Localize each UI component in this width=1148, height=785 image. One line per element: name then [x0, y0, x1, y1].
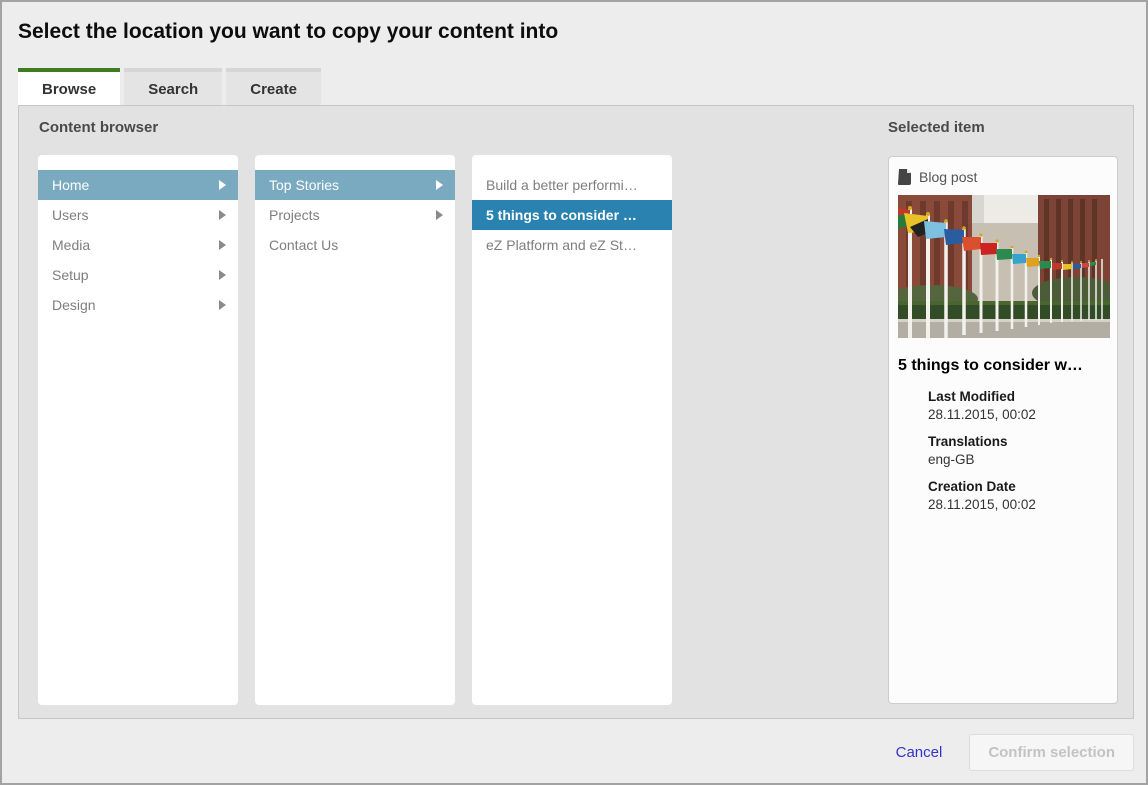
- tree-item-label: Users: [52, 207, 89, 223]
- tree-item-label: 5 things to consider …: [486, 207, 637, 223]
- chevron-right-icon: [219, 240, 226, 250]
- chevron-right-icon: [219, 300, 226, 310]
- document-icon: [898, 169, 912, 185]
- selected-item-title: 5 things to consider w…: [898, 357, 1108, 375]
- tree-item-top-stories[interactable]: Top Stories: [255, 170, 455, 200]
- tab-create[interactable]: Create: [226, 68, 321, 106]
- meta-label-translations: Translations: [928, 434, 1108, 449]
- thumbnail-image: [898, 195, 1110, 338]
- content-browser-heading: Content browser: [39, 119, 158, 136]
- tree-item-projects[interactable]: Projects: [255, 200, 455, 230]
- tab-browse[interactable]: Browse: [18, 68, 120, 106]
- chevron-right-icon: [219, 270, 226, 280]
- tree-item-label: Design: [52, 297, 96, 313]
- tree-item-label: Setup: [52, 267, 89, 283]
- tree-item-build-a-better[interactable]: Build a better performi…: [472, 170, 672, 200]
- content-type-row: Blog post: [898, 169, 1108, 185]
- selected-item-card: Blog post: [888, 156, 1118, 704]
- tree-item-label: Build a better performi…: [486, 177, 638, 193]
- browser-column-3: Build a better performi… 5 things to con…: [472, 155, 672, 705]
- meta-value-last-modified: 28.11.2015, 00:02: [928, 407, 1108, 422]
- tree-item-label: Top Stories: [269, 177, 339, 193]
- chevron-right-icon: [436, 210, 443, 220]
- chevron-right-icon: [219, 210, 226, 220]
- meta-value-creation-date: 28.11.2015, 00:02: [928, 497, 1108, 512]
- meta-label-creation-date: Creation Date: [928, 479, 1108, 494]
- tree-item-label: Projects: [269, 207, 320, 223]
- selected-item-heading: Selected item: [888, 119, 985, 136]
- tree-item-home[interactable]: Home: [38, 170, 238, 200]
- page-title: Select the location you want to copy you…: [18, 20, 558, 44]
- browser-column-2: Top Stories Projects Contact Us: [255, 155, 455, 705]
- tree-item-5-things[interactable]: 5 things to consider …: [472, 200, 672, 230]
- meta-label-last-modified: Last Modified: [928, 389, 1108, 404]
- tree-item-label: Home: [52, 177, 89, 193]
- tree-item-label: Media: [52, 237, 90, 253]
- browse-tab-panel: Content browser Selected item Home Users…: [18, 105, 1134, 719]
- tree-item-users[interactable]: Users: [38, 200, 238, 230]
- dialog-footer: Cancel Confirm selection: [18, 719, 1134, 785]
- tree-item-label: Contact Us: [269, 237, 338, 253]
- tree-item-design[interactable]: Design: [38, 290, 238, 320]
- cancel-button[interactable]: Cancel: [896, 744, 943, 761]
- copy-location-dialog: Select the location you want to copy you…: [0, 0, 1148, 785]
- chevron-right-icon: [219, 180, 226, 190]
- content-type-label: Blog post: [919, 169, 977, 185]
- tree-item-ez-platform[interactable]: eZ Platform and eZ St…: [472, 230, 672, 260]
- tree-item-media[interactable]: Media: [38, 230, 238, 260]
- tab-search[interactable]: Search: [124, 68, 222, 106]
- selected-item-meta: Last Modified 28.11.2015, 00:02 Translat…: [928, 389, 1108, 512]
- tree-item-setup[interactable]: Setup: [38, 260, 238, 290]
- chevron-right-icon: [436, 180, 443, 190]
- tab-bar: Browse Search Create: [18, 68, 321, 106]
- meta-value-translations: eng-GB: [928, 452, 1108, 467]
- browser-column-1: Home Users Media Setup Design: [38, 155, 238, 705]
- tree-item-label: eZ Platform and eZ St…: [486, 237, 637, 253]
- tree-item-contact-us[interactable]: Contact Us: [255, 230, 455, 260]
- confirm-selection-button[interactable]: Confirm selection: [969, 734, 1134, 771]
